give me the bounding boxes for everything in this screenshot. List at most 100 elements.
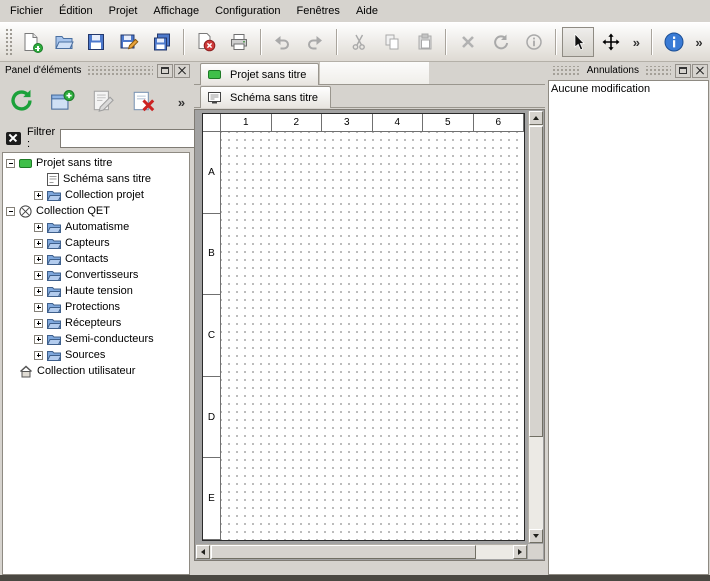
menu-fenetres[interactable]: Fenêtres	[289, 1, 348, 21]
arrow-left-icon	[201, 549, 205, 555]
delete-element-button[interactable]	[126, 84, 162, 120]
new-element-button[interactable]	[44, 84, 80, 120]
tree-item-label: Capteurs	[65, 237, 110, 249]
rotate-button[interactable]	[485, 27, 517, 57]
clear-filter-button[interactable]	[5, 128, 22, 148]
schema-tab-bar: Schéma sans titre	[194, 85, 545, 108]
tab-project[interactable]: Projet sans titre	[200, 63, 319, 85]
save-all-button[interactable]	[146, 27, 178, 57]
about-button[interactable]	[658, 27, 690, 57]
diagram-page[interactable]: 1 2 3 4 5 6 A B C D E	[202, 113, 525, 541]
elements-panel-titlebar[interactable]: Panel d'éléments	[0, 62, 192, 79]
chevron-double-right-icon: »	[695, 35, 702, 50]
tab-schema[interactable]: Schéma sans titre	[200, 86, 331, 108]
delete-button[interactable]	[452, 27, 484, 57]
panel-toolbar-overflow[interactable]: »	[174, 95, 189, 110]
tree-item-recepteurs[interactable]: Récepteurs	[3, 315, 189, 331]
tree-item-sources[interactable]: Sources	[3, 347, 189, 363]
filter-input[interactable]	[60, 129, 210, 148]
scroll-down-button[interactable]	[529, 529, 543, 543]
menu-fichier[interactable]: Fichier	[2, 1, 51, 21]
main-area: Panel d'éléments »	[0, 62, 710, 575]
scroll-right-button[interactable]	[513, 545, 527, 559]
collapse-icon[interactable]	[6, 207, 15, 216]
toolbar-overflow-button[interactable]: »	[627, 27, 645, 57]
copy-button[interactable]	[376, 27, 408, 57]
print-button[interactable]	[223, 27, 255, 57]
info-blue-icon	[663, 31, 685, 53]
project-tab-bar: Projet sans titre	[194, 62, 545, 85]
expand-icon[interactable]	[34, 223, 43, 232]
expand-icon[interactable]	[34, 191, 43, 200]
folder-icon	[47, 190, 61, 201]
select-mode-button[interactable]	[562, 27, 594, 57]
cut-button[interactable]	[343, 27, 375, 57]
paste-button[interactable]	[409, 27, 441, 57]
expand-icon[interactable]	[34, 351, 43, 360]
tree-item-contacts[interactable]: Contacts	[3, 251, 189, 267]
expand-icon[interactable]	[34, 287, 43, 296]
tree-item-convertisseurs[interactable]: Convertisseurs	[3, 267, 189, 283]
close-panel-button[interactable]	[174, 64, 190, 78]
horizontal-scroll-thumb[interactable]	[211, 545, 476, 559]
tree-item-schema[interactable]: Schéma sans titre	[3, 171, 189, 187]
close-file-icon	[196, 32, 216, 52]
move-mode-button[interactable]	[595, 27, 627, 57]
edit-element-icon	[90, 88, 116, 117]
right-toolbar-overflow[interactable]: »	[691, 27, 707, 57]
expand-icon[interactable]	[34, 319, 43, 328]
diagram-grid[interactable]	[221, 132, 524, 540]
edit-element-button[interactable]	[85, 84, 121, 120]
tree-item-protections[interactable]: Protections	[3, 299, 189, 315]
scroll-left-button[interactable]	[196, 545, 210, 559]
open-file-button[interactable]	[48, 27, 80, 57]
tree-item-project[interactable]: Projet sans titre	[3, 155, 189, 171]
menu-projet[interactable]: Projet	[101, 1, 146, 21]
undo-panel-titlebar[interactable]: Annulations	[547, 62, 710, 79]
schema-icon	[47, 173, 59, 186]
expand-icon[interactable]	[34, 255, 43, 264]
toolbar-handle[interactable]	[5, 28, 12, 56]
vertical-scroll-thumb[interactable]	[529, 126, 543, 437]
redo-button[interactable]	[299, 27, 331, 57]
tree-item-automatisme[interactable]: Automatisme	[3, 219, 189, 235]
plus-badge-icon	[33, 43, 43, 53]
vertical-scrollbar[interactable]	[528, 111, 543, 543]
properties-button[interactable]	[518, 27, 550, 57]
tree-item-collection-projet[interactable]: Collection projet	[3, 187, 189, 203]
tree-item-collection-qet[interactable]: Collection QET	[3, 203, 189, 219]
elements-tree: Projet sans titre Schéma sans titre Coll…	[2, 152, 190, 575]
column-header: 6	[474, 114, 525, 132]
diagram-view[interactable]: 1 2 3 4 5 6 A B C D E	[194, 109, 545, 561]
undo-history-list[interactable]: Aucune modification	[548, 80, 709, 575]
panel-grip	[645, 66, 671, 76]
expand-icon[interactable]	[34, 239, 43, 248]
panel-grip	[552, 66, 581, 76]
expand-icon[interactable]	[34, 335, 43, 344]
expand-icon[interactable]	[34, 303, 43, 312]
new-file-button[interactable]	[15, 27, 47, 57]
close-panel-button[interactable]	[692, 64, 708, 78]
undo-button[interactable]	[267, 27, 299, 57]
float-panel-button[interactable]	[157, 64, 173, 78]
tree-item-collection-utilisateur[interactable]: Collection utilisateur	[3, 363, 189, 379]
tree-item-semi-conducteurs[interactable]: Semi-conducteurs	[3, 331, 189, 347]
close-file-button[interactable]	[190, 27, 222, 57]
menu-aide[interactable]: Aide	[348, 1, 386, 21]
menu-affichage[interactable]: Affichage	[145, 1, 207, 21]
row-header: C	[203, 295, 221, 377]
save-as-button[interactable]	[113, 27, 145, 57]
expand-icon[interactable]	[34, 271, 43, 280]
horizontal-scrollbar[interactable]	[196, 544, 527, 559]
menu-configuration[interactable]: Configuration	[207, 1, 288, 21]
collapse-icon[interactable]	[6, 159, 15, 168]
reload-collections-button[interactable]	[3, 84, 39, 120]
save-button[interactable]	[81, 27, 113, 57]
float-panel-button[interactable]	[675, 64, 691, 78]
scrollbar-corner	[528, 544, 543, 559]
tree-item-haute-tension[interactable]: Haute tension	[3, 283, 189, 299]
scroll-up-button[interactable]	[529, 111, 543, 125]
tree-item-capteurs[interactable]: Capteurs	[3, 235, 189, 251]
menu-edition[interactable]: Édition	[51, 1, 101, 21]
tree-item-label: Convertisseurs	[65, 269, 138, 281]
